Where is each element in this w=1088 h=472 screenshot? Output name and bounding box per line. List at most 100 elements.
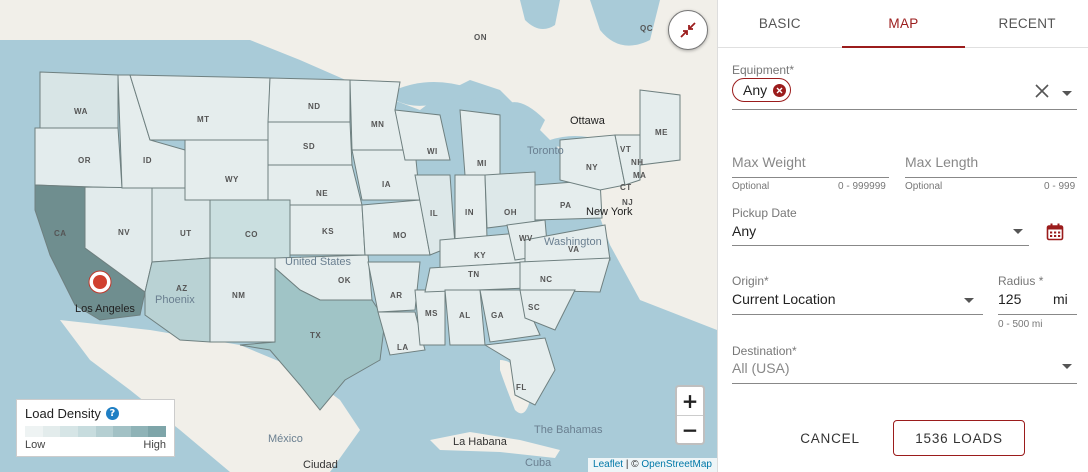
svg-text:New York: New York	[586, 206, 633, 218]
zoom-out-button[interactable]: −	[677, 415, 703, 443]
legend-swatch	[77, 426, 96, 437]
svg-text:AR: AR	[390, 291, 403, 300]
attribution-separator: | ©	[623, 459, 642, 470]
svg-text:WA: WA	[74, 107, 88, 116]
svg-text:IA: IA	[382, 180, 391, 189]
svg-text:ID: ID	[143, 156, 152, 165]
svg-text:WV: WV	[519, 234, 533, 243]
search-loads-button[interactable]: 1536 LOADS	[893, 420, 1025, 456]
svg-text:Ciudad: Ciudad	[303, 459, 338, 471]
tab-basic[interactable]: BASIC	[718, 0, 842, 47]
svg-text:NE: NE	[316, 189, 328, 198]
pickup-date-label: Pickup Date	[732, 206, 797, 220]
svg-text:The Bahamas: The Bahamas	[534, 424, 603, 436]
legend-title-text: Load Density	[25, 406, 101, 421]
tab-recent[interactable]: RECENT	[965, 0, 1088, 47]
origin-label: Origin*	[732, 274, 769, 288]
svg-text:ME: ME	[655, 128, 668, 137]
load-density-legend: Load Density ? Low High	[16, 399, 175, 457]
zoom-control: + −	[675, 385, 705, 445]
legend-title: Load Density ?	[25, 406, 166, 421]
svg-text:TN: TN	[468, 270, 480, 279]
destination-label: Destination*	[732, 344, 797, 358]
svg-text:NV: NV	[118, 228, 130, 237]
svg-text:QC: QC	[640, 24, 653, 33]
max-length-input[interactable]: Max Length	[905, 154, 978, 170]
svg-text:ON: ON	[474, 33, 487, 42]
svg-text:OK: OK	[338, 276, 351, 285]
legend-swatch	[148, 426, 166, 437]
svg-text:MS: MS	[425, 309, 438, 318]
pickup-date-select[interactable]: Any	[732, 223, 756, 239]
max-weight-range: 0 - 999999	[838, 181, 886, 192]
max-weight-underline	[732, 177, 889, 178]
svg-text:KS: KS	[322, 227, 334, 236]
svg-text:United States: United States	[285, 256, 352, 268]
collapse-icon	[680, 22, 696, 38]
collapse-map-button[interactable]	[668, 10, 708, 50]
legend-high-label: High	[143, 439, 166, 451]
max-length-underline	[905, 177, 1077, 178]
svg-text:TX: TX	[310, 331, 321, 340]
calendar-icon[interactable]	[1046, 223, 1064, 241]
svg-text:Ottawa: Ottawa	[570, 115, 606, 127]
svg-text:CT: CT	[620, 183, 632, 192]
svg-text:WI: WI	[427, 147, 438, 156]
svg-text:MA: MA	[633, 171, 646, 180]
leaflet-link[interactable]: Leaflet	[593, 459, 623, 470]
current-location-marker[interactable]	[88, 270, 112, 294]
svg-text:SD: SD	[303, 142, 315, 151]
osm-link[interactable]: OpenStreetMap	[641, 459, 712, 470]
clear-icon[interactable]	[1035, 84, 1049, 98]
legend-color-scale	[25, 426, 166, 437]
max-length-range: 0 - 999	[1044, 181, 1076, 192]
svg-text:NM: NM	[232, 291, 245, 300]
svg-text:OR: OR	[78, 156, 91, 165]
svg-text:AL: AL	[459, 311, 471, 320]
legend-swatch	[95, 426, 114, 437]
radius-underline	[998, 314, 1077, 315]
zoom-in-button[interactable]: +	[677, 387, 703, 415]
svg-text:México: México	[268, 433, 303, 445]
legend-low-label: Low	[25, 439, 46, 451]
origin-select[interactable]: Current Location	[732, 291, 836, 307]
equipment-chip[interactable]: Any	[732, 78, 792, 102]
tab-bar: BASIC MAP RECENT	[718, 0, 1088, 48]
radius-unit: mi	[1053, 291, 1068, 307]
equipment-dropdown-icon[interactable]	[1062, 91, 1072, 96]
svg-text:WY: WY	[225, 175, 239, 184]
max-weight-input[interactable]: Max Weight	[732, 154, 806, 170]
help-icon[interactable]: ?	[105, 407, 119, 420]
origin-underline	[732, 314, 983, 315]
svg-text:MN: MN	[371, 120, 384, 129]
cancel-button[interactable]: CANCEL	[790, 421, 870, 455]
svg-text:IN: IN	[465, 208, 474, 217]
chip-remove-icon[interactable]	[773, 83, 787, 97]
pickup-date-dropdown-icon[interactable]	[1013, 229, 1023, 234]
svg-text:KY: KY	[474, 251, 486, 260]
legend-swatch	[113, 426, 131, 437]
svg-text:Washington: Washington	[544, 236, 602, 248]
destination-dropdown-icon[interactable]	[1062, 364, 1072, 369]
destination-underline	[732, 383, 1077, 384]
tab-map[interactable]: MAP	[841, 0, 966, 48]
svg-text:Los Angeles: Los Angeles	[75, 303, 135, 315]
svg-text:Toronto: Toronto	[527, 145, 564, 157]
svg-text:GA: GA	[491, 311, 504, 320]
radius-label: Radius *	[998, 274, 1044, 288]
svg-text:FL: FL	[516, 383, 527, 392]
max-weight-hint: Optional	[732, 181, 770, 192]
destination-select[interactable]: All (USA)	[732, 360, 790, 376]
svg-text:CA: CA	[54, 229, 67, 238]
svg-text:La Habana: La Habana	[453, 436, 508, 448]
svg-text:PA: PA	[560, 201, 572, 210]
svg-text:NC: NC	[540, 275, 553, 284]
map-view[interactable]: WA OR CA NV ID MT WY UT AZ CO NM ND SD N…	[0, 0, 717, 472]
legend-swatch	[42, 426, 61, 437]
svg-text:SC: SC	[528, 303, 540, 312]
svg-text:NY: NY	[586, 163, 598, 172]
origin-dropdown-icon[interactable]	[964, 298, 974, 303]
svg-text:VT: VT	[620, 145, 631, 154]
radius-input[interactable]: 125	[998, 291, 1021, 307]
map-attribution: Leaflet | © OpenStreetMap	[588, 458, 717, 472]
